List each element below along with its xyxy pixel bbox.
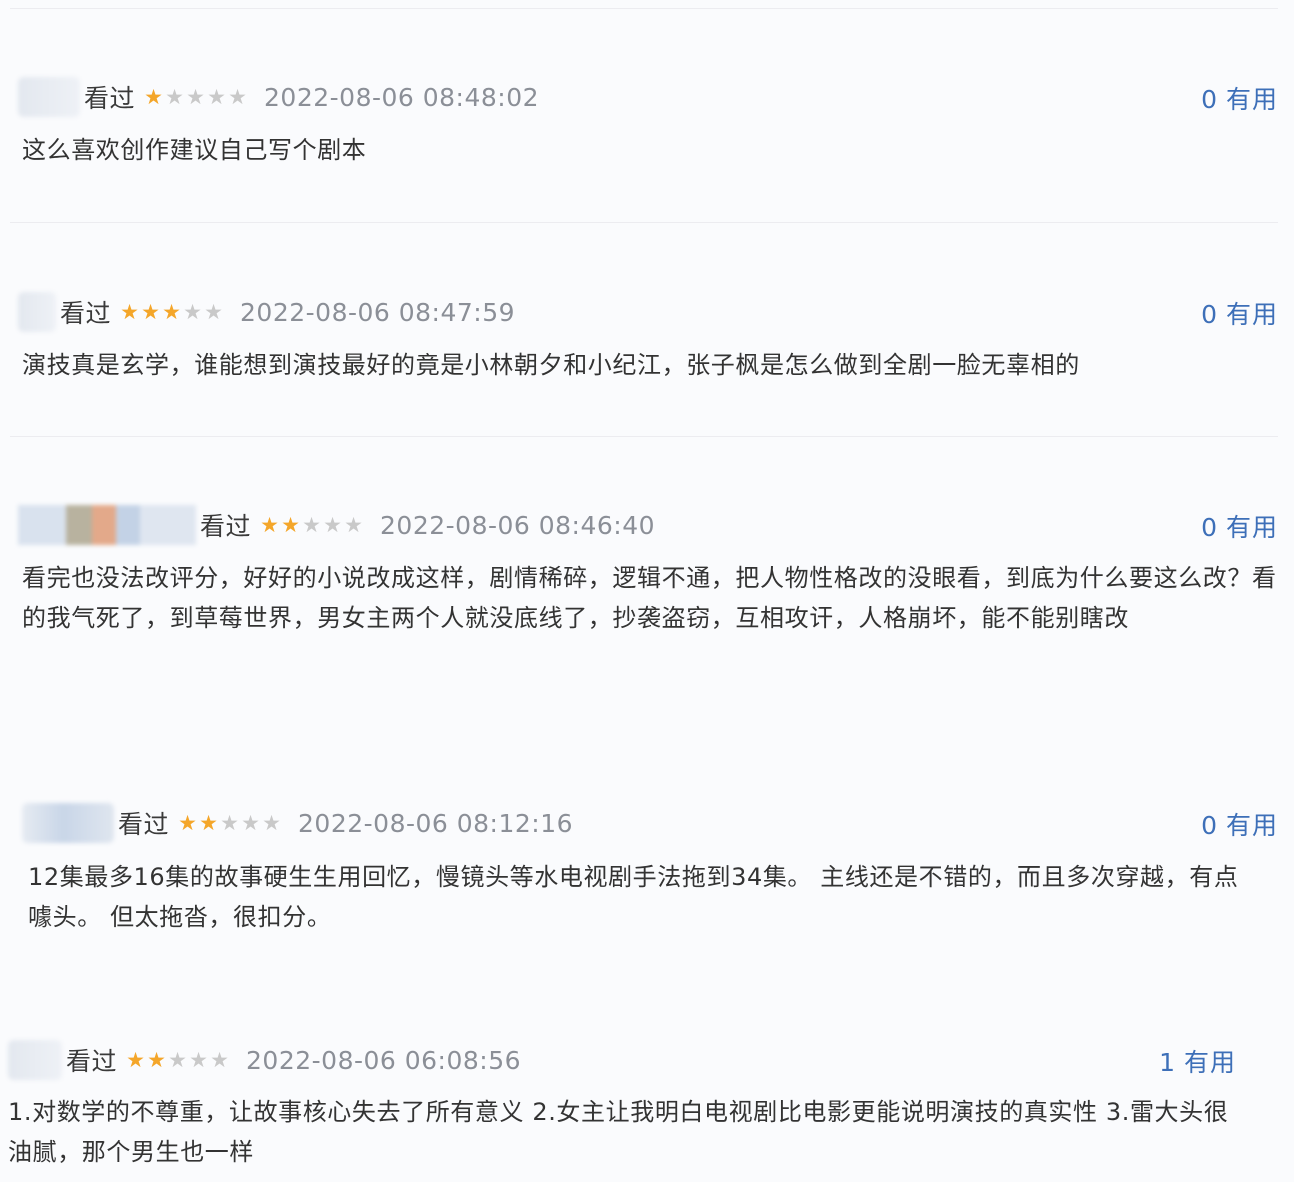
review-list-page: 看过 ★ ★ ★ ★ ★ 2022-08-06 08:48:02 0 有用 这么喜欢创作建… xyxy=(0,0,1294,1182)
star-empty-icon: ★ xyxy=(189,1047,208,1072)
useful-label: 有用 xyxy=(1183,1048,1236,1077)
rating-stars: ★ ★ ★ ★ ★ xyxy=(125,1047,230,1072)
review-text: 1.对数学的不尊重，让故事核心失去了所有意义 2.女主让我明白电视剧比电影更能说… xyxy=(8,1098,1229,1166)
review-timestamp: 2022-08-06 06:08:56 xyxy=(246,1045,522,1075)
useful-count: 1 xyxy=(1159,1048,1176,1077)
star-empty-icon: ★ xyxy=(210,1047,229,1072)
useful-button[interactable]: 1 有用 xyxy=(1159,1043,1236,1079)
avatar[interactable] xyxy=(8,1040,62,1080)
review-meta: 看过 ★ ★ ★ ★ ★ 2022-08-06 06:08:56 xyxy=(8,1040,521,1080)
review-item: 看过 ★ ★ ★ ★ ★ 2022-08-06 06:08:56 1 有用 1.对数学的不… xyxy=(0,0,1294,1182)
star-empty-icon: ★ xyxy=(168,1047,187,1072)
watched-label: 看过 xyxy=(66,1047,118,1076)
star-filled-icon: ★ xyxy=(126,1047,145,1072)
star-filled-icon: ★ xyxy=(147,1047,166,1072)
